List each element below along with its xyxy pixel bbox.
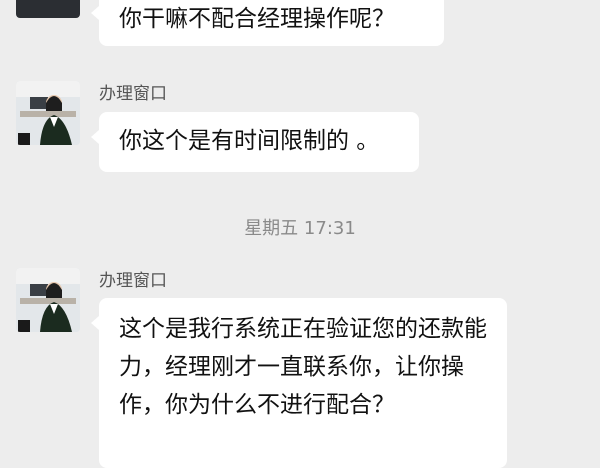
message-text: 这个是我行系统正在验证您的还款能力，经理刚才一直联系你，让你操作，你为什么不进行… (119, 316, 487, 418)
timestamp: 星期五 17:31 (244, 218, 356, 239)
avatar[interactable] (16, 0, 80, 18)
avatar[interactable] (16, 81, 80, 145)
message-bubble[interactable]: 你干嘛不配合经理操作呢？ (91, 0, 444, 46)
message-text: 你干嘛不配合经理操作呢？ (119, 6, 395, 32)
message-bubble[interactable]: 这个是我行系统正在验证您的还款能力，经理刚才一直联系你，让你操作，你为什么不进行… (91, 298, 507, 468)
message-text: 你这个是有时间限制的 。 (119, 128, 380, 154)
sender-name: 办理窗口 (99, 271, 167, 291)
avatar[interactable] (16, 268, 80, 332)
message-bubble[interactable]: 你这个是有时间限制的 。 (91, 112, 419, 172)
sender-name: 办理窗口 (99, 84, 167, 104)
